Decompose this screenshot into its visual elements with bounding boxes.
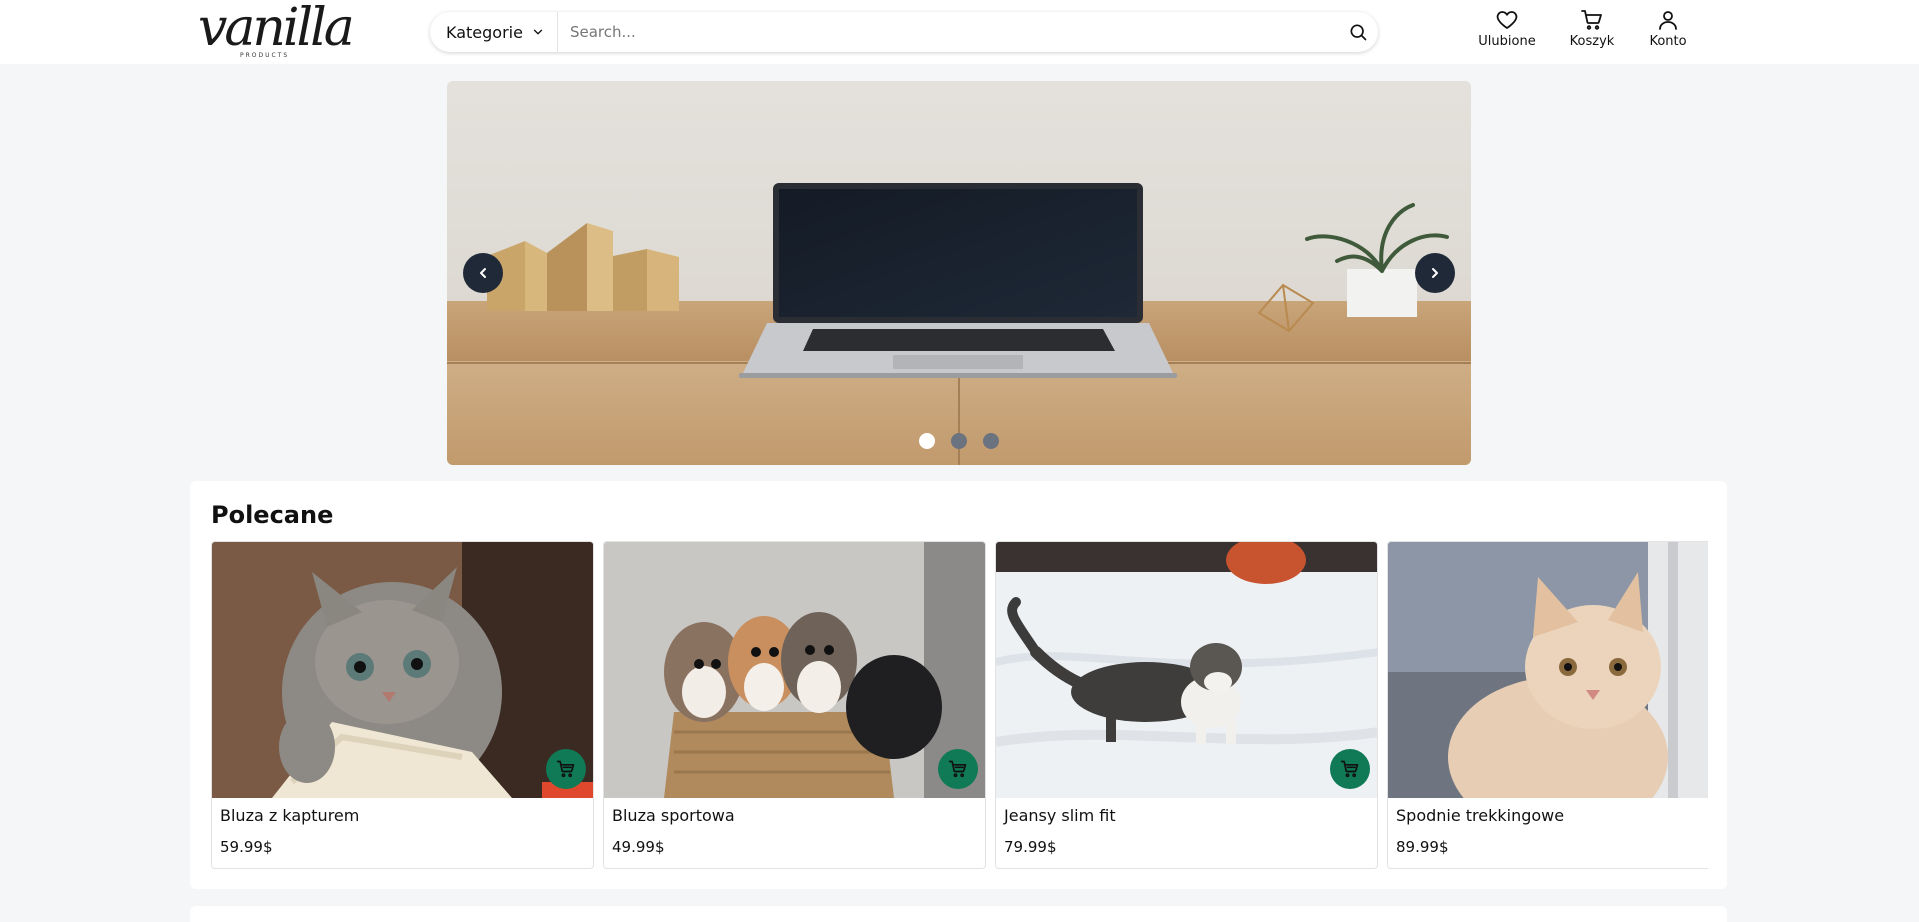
brand-tagline: PRODUCTS: [240, 52, 290, 59]
search-input[interactable]: [557, 13, 1338, 51]
hero-slide-image: [447, 81, 1471, 465]
cat-in-snow-photo: [996, 542, 1377, 798]
carousel-prev-button[interactable]: [463, 253, 503, 293]
cart-icon: [1340, 760, 1359, 778]
ginger-kitten-photo: [1388, 542, 1708, 837]
heart-icon: [1496, 11, 1518, 29]
brand-wordmark: vanilla: [198, 0, 355, 58]
product-image: [996, 542, 1377, 798]
product-card[interactable]: Jeansy slim fit 79.99$: [995, 541, 1378, 869]
product-price: 59.99$: [220, 838, 273, 856]
add-to-cart-button[interactable]: [938, 749, 978, 789]
cart-icon: [556, 760, 575, 778]
account-label: Konto: [1649, 34, 1687, 49]
account-link[interactable]: Konto: [1642, 8, 1694, 56]
brand-logo[interactable]: vanilla PRODUCTS: [198, 2, 355, 62]
cart-icon: [948, 760, 967, 778]
chevron-down-icon: [533, 29, 543, 35]
add-to-cart-button[interactable]: [1330, 749, 1370, 789]
cart-link[interactable]: Koszyk: [1564, 8, 1620, 56]
product-price: 89.99$: [1396, 838, 1449, 856]
search-bar: Kategorie: [430, 12, 1378, 52]
favorites-link[interactable]: Ulubione: [1472, 8, 1542, 56]
carousel-dot[interactable]: [983, 433, 999, 449]
carousel-indicators: [447, 433, 1471, 449]
product-price: 79.99$: [1004, 838, 1057, 856]
favorites-label: Ulubione: [1478, 34, 1536, 49]
carousel-dot[interactable]: [951, 433, 967, 449]
kittens-in-basket-photo: [604, 542, 985, 798]
search-button[interactable]: [1338, 12, 1378, 52]
chevron-right-icon: [1432, 268, 1438, 278]
category-dropdown-label: Kategorie: [446, 22, 523, 42]
search-icon: [1350, 24, 1367, 41]
product-image: [212, 542, 593, 802]
product-image: [1388, 542, 1708, 837]
carousel-next-button[interactable]: [1415, 253, 1455, 293]
product-name: Jeansy slim fit: [1004, 806, 1116, 825]
site-header: vanilla PRODUCTS Kategorie Ulubione Kosz…: [0, 0, 1919, 64]
cart-icon: [1581, 10, 1602, 30]
product-name: Spodnie trekkingowe: [1396, 806, 1565, 825]
product-image: [604, 542, 985, 798]
featured-section: Polecane Bluza z kapturem 59.99$ Bluza s…: [190, 481, 1727, 889]
category-dropdown[interactable]: Kategorie: [430, 12, 558, 52]
product-name: Bluza sportowa: [612, 806, 735, 825]
product-card[interactable]: Bluza z kapturem 59.99$: [211, 541, 594, 869]
cart-label: Koszyk: [1569, 34, 1615, 49]
grey-kitten-photo: [212, 542, 593, 802]
section-title: Polecane: [211, 501, 334, 529]
carousel-dot[interactable]: [919, 433, 935, 449]
product-price: 49.99$: [612, 838, 665, 856]
product-carousel: Bluza z kapturem 59.99$ Bluza sportowa 4…: [211, 541, 1708, 871]
product-card[interactable]: Spodnie trekkingowe 89.99$: [1387, 541, 1708, 869]
user-icon: [1659, 11, 1677, 30]
chevron-left-icon: [480, 268, 486, 278]
add-to-cart-button[interactable]: [546, 749, 586, 789]
next-section: [190, 906, 1727, 922]
product-card[interactable]: Bluza sportowa 49.99$: [603, 541, 986, 869]
hero-carousel: [447, 81, 1471, 465]
product-name: Bluza z kapturem: [220, 806, 360, 825]
